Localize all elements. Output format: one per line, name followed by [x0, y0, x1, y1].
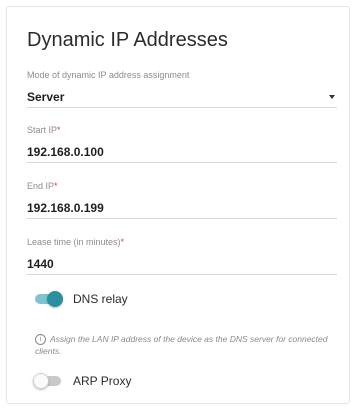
- end-ip-field: End IP*: [27, 180, 337, 219]
- end-ip-label: End IP: [27, 181, 55, 191]
- arp-proxy-toggle[interactable]: [33, 371, 61, 391]
- chevron-down-icon[interactable]: [329, 95, 335, 99]
- start-ip-field: Start IP*: [27, 124, 337, 163]
- section-title: Dynamic IP Addresses: [27, 29, 228, 51]
- dns-relay-label: DNS relay: [73, 292, 128, 306]
- start-ip-label: Start IP: [27, 125, 58, 135]
- required-mark: *: [54, 181, 58, 191]
- dynamic-ip-card: Dynamic IP Addresses Mode of dynamic IP …: [6, 6, 350, 404]
- dns-relay-row: DNS relay: [35, 289, 128, 309]
- start-ip-input[interactable]: [27, 142, 337, 162]
- arp-proxy-row: ARP Proxy: [33, 371, 132, 391]
- required-mark: *: [57, 125, 61, 135]
- info-icon: i: [35, 334, 46, 346]
- mode-selected-value: Server: [27, 90, 65, 104]
- end-ip-input[interactable]: [27, 198, 337, 218]
- lease-time-field: Lease time (in minutes)*: [27, 236, 337, 275]
- dns-relay-hint-text: Assign the LAN IP address of the device …: [35, 334, 328, 357]
- mode-label: Mode of dynamic IP address assignment: [27, 70, 190, 80]
- lease-time-label: Lease time (in minutes): [27, 237, 121, 247]
- dns-relay-toggle[interactable]: [35, 289, 63, 309]
- dns-relay-hint: i Assign the LAN IP address of the device…: [35, 333, 341, 357]
- arp-proxy-label: ARP Proxy: [73, 374, 132, 388]
- lease-time-input[interactable]: [27, 254, 337, 274]
- required-mark: *: [120, 237, 125, 247]
- mode-select[interactable]: Server: [27, 87, 337, 108]
- mode-select-field[interactable]: Mode of dynamic IP address assignment Se…: [27, 69, 337, 108]
